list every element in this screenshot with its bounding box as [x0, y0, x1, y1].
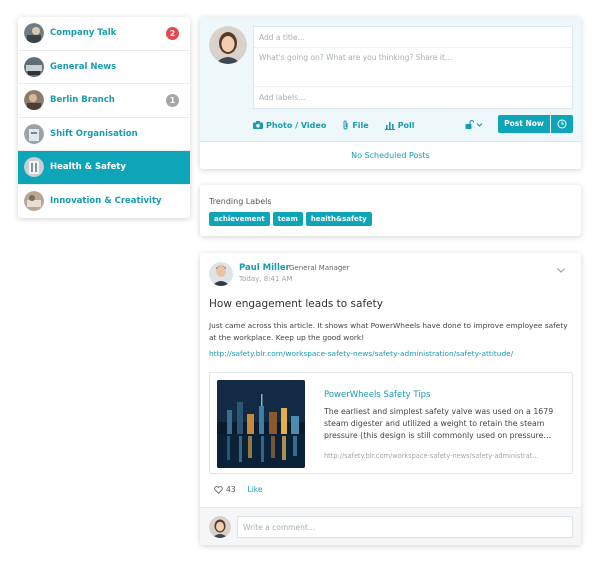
chevron-down-icon[interactable] [556, 267, 566, 274]
title-input[interactable]: Add a title… [259, 33, 305, 42]
unread-badge: 1 [166, 94, 179, 107]
post-timestamp: Today, 8:41 AM [239, 275, 293, 283]
link-preview-title: PowerWheels Safety Tips [324, 390, 431, 400]
paperclip-icon [343, 120, 348, 130]
bar-chart-icon [384, 121, 395, 130]
tag-achievement[interactable]: achievement [209, 212, 270, 226]
sidebar-item-health-safety[interactable]: Health & Safety [18, 151, 190, 185]
sidebar-item-label: Berlin Branch [50, 95, 115, 106]
comment-input[interactable] [237, 516, 573, 538]
comment-row [200, 507, 581, 545]
tag-team[interactable]: team [272, 212, 303, 226]
link-preview-description: The earliest and simplest safety valve w… [324, 407, 554, 440]
group-avatar [24, 123, 44, 144]
heart-icon[interactable] [214, 485, 223, 494]
post-now-button[interactable]: Post Now [498, 115, 550, 133]
post-title: How engagement leads to safety [209, 298, 383, 310]
scheduled-posts-link[interactable]: No Scheduled Posts [200, 142, 581, 169]
author-role: General Manager [289, 264, 350, 272]
feed-post: Paul Miller General Manager Today, 8:41 … [200, 253, 581, 545]
sidebar-item-label: Shift Organisation [50, 128, 138, 139]
composer-actions: Photo / Video File Poll [253, 117, 431, 133]
trending-labels-card: Trending Labels achievement team health&… [200, 185, 581, 236]
tag-list: achievement team health&safety [209, 212, 375, 226]
avatar [209, 26, 247, 64]
avatar [209, 516, 231, 538]
unread-badge: 2 [166, 27, 179, 40]
link-preview-card[interactable]: PowerWheels Safety Tips The earliest and… [209, 372, 573, 474]
sidebar-item-label: Health & Safety [50, 162, 126, 173]
file-label: File [352, 120, 369, 130]
post-link[interactable]: http://safety.blr.com/workspace-safety-n… [209, 349, 513, 358]
privacy-dropdown[interactable] [465, 120, 483, 129]
divider [254, 86, 572, 87]
sidebar-item-berlin-branch[interactable]: Berlin Branch 1 [18, 84, 190, 118]
group-avatar [24, 191, 44, 212]
link-preview-url: http://safety.blr.com/workspace-safety-n… [324, 452, 539, 460]
poll-button[interactable]: Poll [384, 120, 415, 130]
author-name[interactable]: Paul Miller [239, 263, 290, 273]
photo-video-button[interactable]: Photo / Video [253, 121, 326, 130]
clock-icon [557, 119, 567, 129]
photo-video-label: Photo / Video [266, 120, 327, 130]
camera-icon [253, 121, 263, 129]
sidebar-item-company-talk[interactable]: Company Talk 2 [18, 17, 190, 51]
sidebar-item-label: Innovation & Creativity [50, 196, 162, 207]
schedule-button[interactable] [551, 115, 573, 133]
sidebar-item-general-news[interactable]: General News [18, 51, 190, 84]
composer-area: Add a title… What's going on? What are y… [200, 17, 581, 142]
like-button[interactable]: Like [248, 485, 263, 494]
file-button[interactable]: File [342, 120, 369, 130]
post-reactions: 43 Like [214, 485, 263, 494]
post-body: Just came across this article. It shows … [209, 321, 568, 342]
chevron-down-icon [476, 122, 483, 127]
composer-input-box[interactable]: Add a title… What's going on? What are y… [253, 26, 573, 109]
body-input[interactable]: What's going on? What are you thinking? … [259, 53, 452, 62]
poll-label: Poll [397, 120, 415, 130]
unlock-icon [465, 120, 474, 129]
sidebar-item-innovation-creativity[interactable]: Innovation & Creativity [18, 185, 190, 219]
group-sidebar: Company Talk 2 General News Berlin Branc… [18, 17, 190, 218]
sidebar-item-label: General News [50, 61, 117, 72]
trending-title: Trending Labels [209, 197, 272, 206]
sidebar-item-shift-organisation[interactable]: Shift Organisation [18, 118, 190, 151]
labels-input[interactable]: Add labels… [259, 93, 305, 102]
group-avatar [24, 90, 44, 111]
like-count: 43 [226, 485, 236, 494]
sidebar-item-label: Company Talk [50, 28, 117, 39]
group-avatar [24, 23, 44, 44]
author-avatar [209, 262, 233, 286]
post-composer: Add a title… What's going on? What are y… [200, 17, 581, 169]
link-preview-image [217, 380, 305, 468]
group-avatar [24, 56, 44, 77]
group-avatar [24, 157, 44, 178]
divider [254, 47, 572, 48]
tag-health-safety[interactable]: health&safety [305, 212, 372, 226]
